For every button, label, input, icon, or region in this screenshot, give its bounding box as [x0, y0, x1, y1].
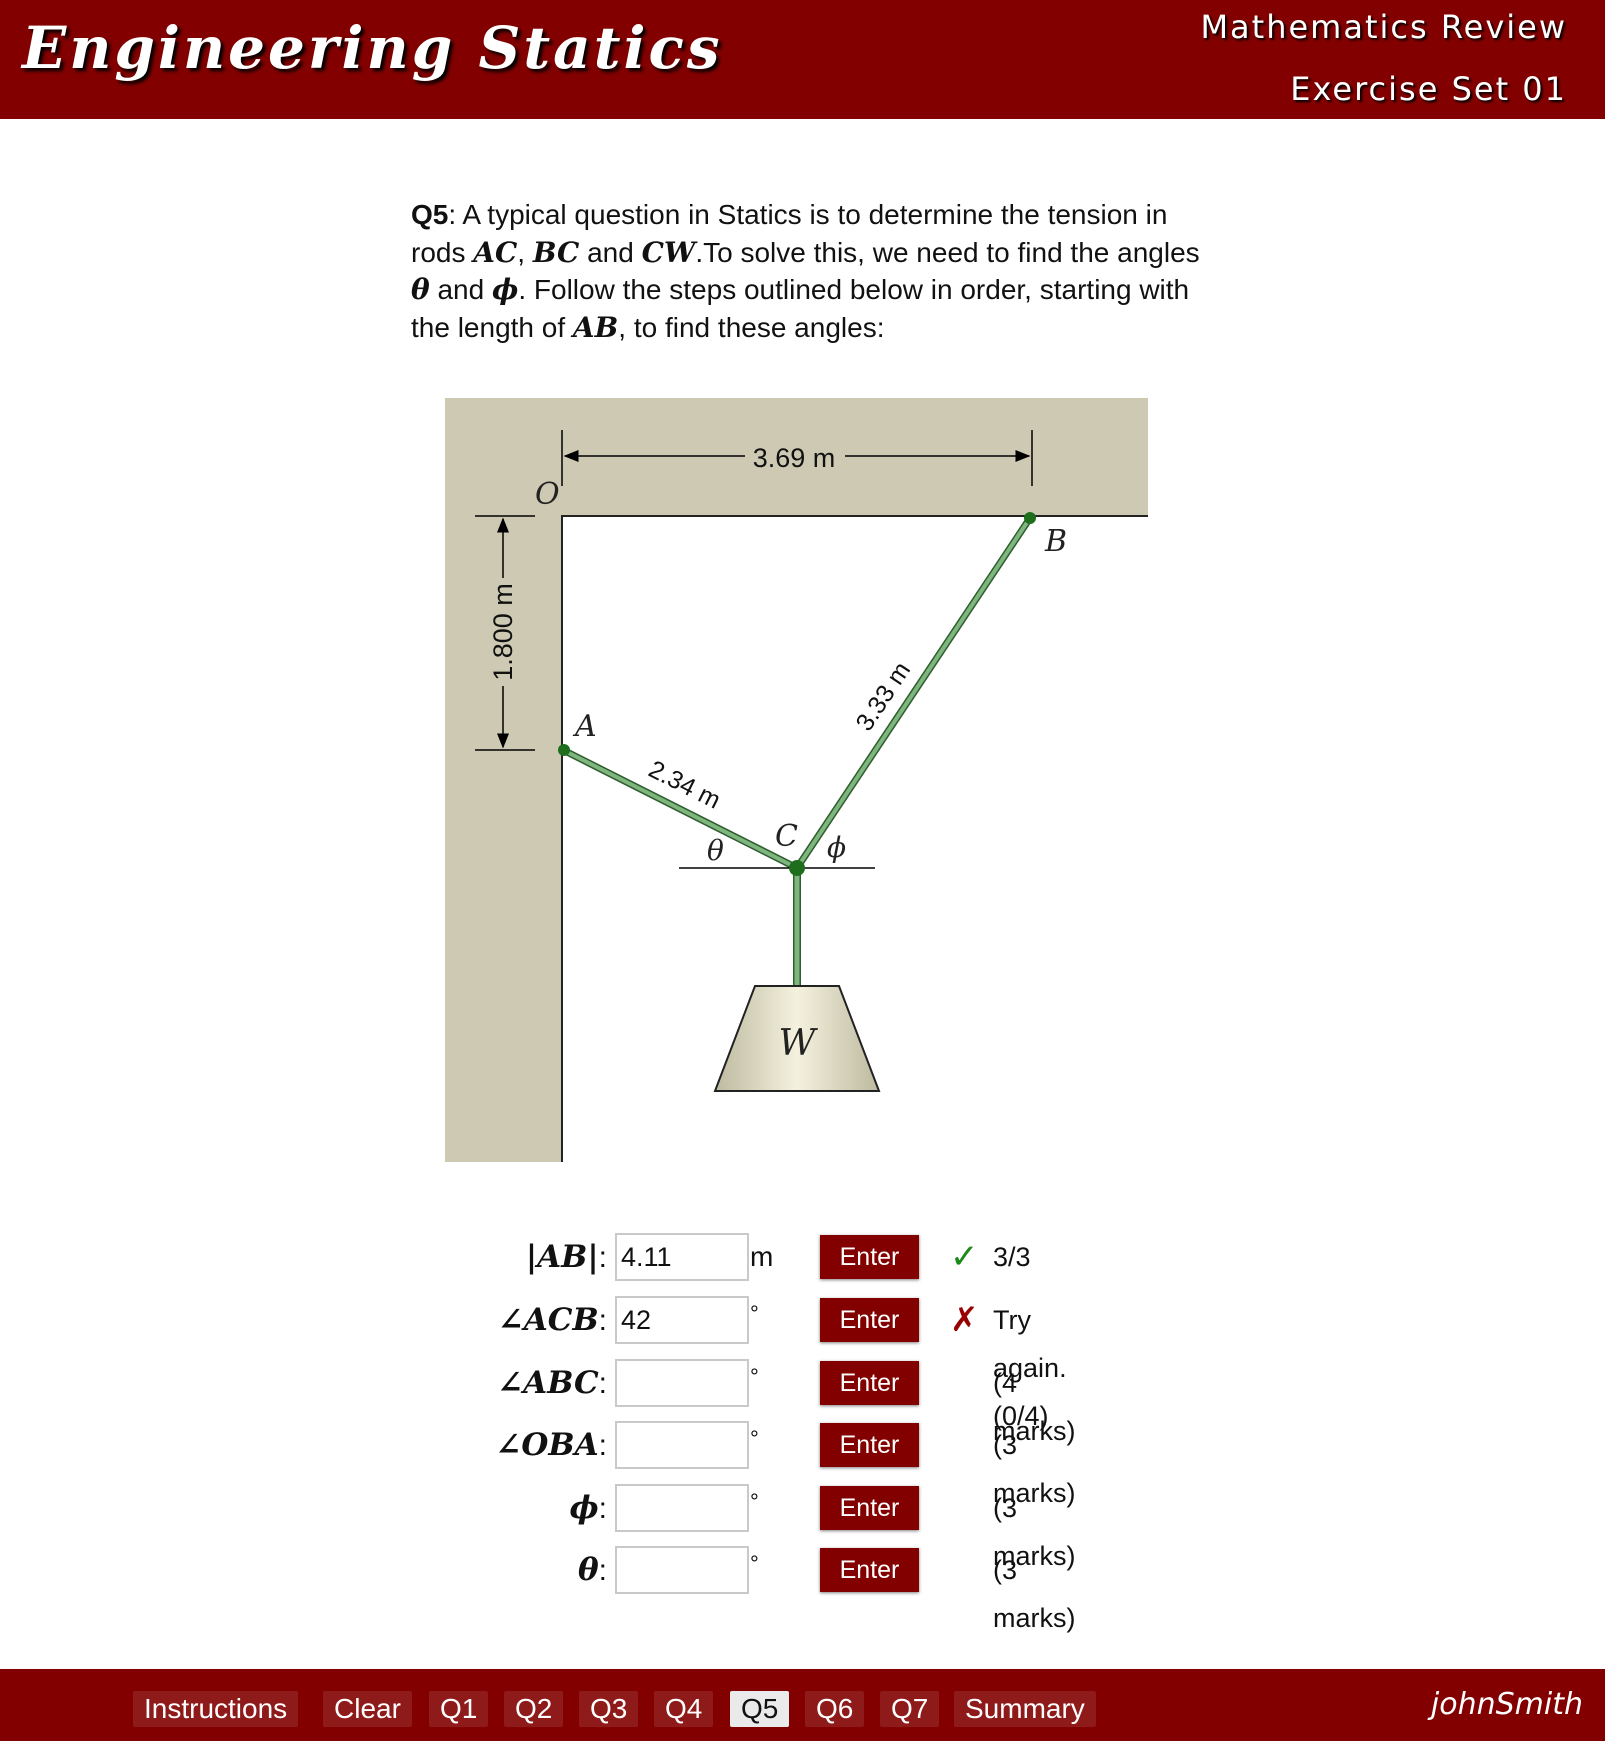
check-icon: ✓: [950, 1238, 979, 1276]
pin-C: [789, 860, 805, 876]
nav-q5[interactable]: Q5: [730, 1691, 790, 1727]
app-header: Engineering Statics Mathematics Review E…: [0, 0, 1605, 119]
nav-q3[interactable]: Q3: [579, 1691, 639, 1727]
answer-label-colon: :: [598, 1554, 607, 1587]
nav-q2[interactable]: Q2: [504, 1691, 564, 1727]
math-AC: AC: [473, 235, 518, 269]
math-phi: ϕ: [491, 273, 519, 306]
answer-status-theta: (3 marks): [993, 1555, 1076, 1633]
answer-label-OBA: ∠OBA:: [435, 1421, 607, 1470]
nav-q1[interactable]: Q1: [429, 1691, 489, 1727]
enter-button-ABC[interactable]: Enter: [820, 1361, 919, 1405]
nav-instructions[interactable]: Instructions: [133, 1691, 299, 1727]
course-subtitle: Mathematics Review: [1200, 8, 1567, 46]
answer-input-ACB[interactable]: [615, 1296, 749, 1344]
answer-label-colon: :: [598, 1429, 607, 1462]
answer-input-AB[interactable]: [615, 1233, 749, 1281]
math-BC: BC: [532, 235, 580, 269]
answer-label-text: θ: [577, 1552, 599, 1588]
answer-input-OBA[interactable]: [615, 1421, 749, 1469]
answer-label-colon: :: [598, 1304, 607, 1337]
weight-W-label: W: [778, 1023, 818, 1064]
enter-button-theta[interactable]: Enter: [820, 1548, 919, 1592]
question-part: ,: [517, 236, 533, 268]
answer-label-colon: :: [598, 1241, 607, 1274]
answer-label-theta: θ:: [435, 1546, 607, 1595]
enter-button-AB[interactable]: Enter: [820, 1235, 919, 1279]
app-title: Engineering Statics: [22, 14, 723, 82]
answer-input-theta[interactable]: [615, 1546, 749, 1594]
question-number: Q5: [411, 199, 449, 230]
footer-nav: Instructions Clear Q1 Q2 Q3 Q4 Q5 Q6 Q7 …: [0, 1669, 1605, 1741]
point-A-label: A: [572, 709, 597, 744]
nav-q4[interactable]: Q4: [654, 1691, 714, 1727]
math-AB: AB: [572, 310, 619, 344]
pin-A: [558, 744, 570, 756]
dim-vertical-label: 1.800 m: [488, 583, 518, 681]
enter-button-OBA[interactable]: Enter: [820, 1423, 919, 1467]
unit-label: °: [750, 1489, 759, 1514]
question-part: and: [429, 274, 492, 305]
answer-input-ABC[interactable]: [615, 1359, 749, 1407]
point-C-label: C: [775, 819, 798, 854]
angle-phi-label: ϕ: [827, 831, 846, 864]
angle-theta-label: θ: [707, 834, 724, 867]
answer-input-phi[interactable]: [615, 1484, 749, 1532]
rod-BC: [795, 516, 1032, 870]
exercise-set-label: Exercise Set 01: [1290, 70, 1567, 108]
nav-clear[interactable]: Clear: [323, 1691, 412, 1727]
answer-label-text: |AB|: [525, 1239, 599, 1275]
nav-q6[interactable]: Q6: [805, 1691, 865, 1727]
answer-label-ACB: ∠ACB:: [435, 1296, 607, 1345]
nav-q7[interactable]: Q7: [880, 1691, 940, 1727]
unit-label: °: [750, 1301, 759, 1326]
math-CW: CW: [641, 235, 696, 269]
statics-diagram: 3.69 m 1.800 m O A B C W θ ϕ 2.34 m 3.33…: [445, 398, 1148, 1162]
answer-label-colon: :: [598, 1492, 607, 1525]
point-B-label: B: [1044, 524, 1067, 559]
question-part: and: [579, 236, 642, 268]
answer-label-text: ϕ: [569, 1490, 599, 1526]
enter-button-ACB[interactable]: Enter: [820, 1298, 919, 1342]
answer-label-text: ∠ACB: [497, 1302, 599, 1338]
question-text: Q5: A typical question in Statics is to …: [411, 196, 1201, 346]
answer-label-AB: |AB|:: [435, 1233, 607, 1282]
answer-label-text: ∠ABC: [497, 1365, 599, 1401]
nav-summary[interactable]: Summary: [954, 1691, 1096, 1727]
question-part: .To solve this, we need to find the angl…: [695, 236, 1200, 268]
unit-label: °: [750, 1426, 759, 1451]
answer-label-text: ∠OBA: [495, 1427, 599, 1463]
answer-status-AB: 3/3: [993, 1242, 1031, 1272]
unit-label: °: [750, 1364, 759, 1389]
user-name: johnSmith: [1430, 1687, 1583, 1722]
length-BC-label: 3.33 m: [850, 657, 916, 736]
length-AC-label: 2.34 m: [644, 755, 725, 814]
dim-horizontal-label: 3.69 m: [753, 443, 836, 473]
enter-button-phi[interactable]: Enter: [820, 1486, 919, 1530]
unit-label: °: [750, 1551, 759, 1576]
answer-label-phi: ϕ:: [435, 1484, 607, 1533]
point-O-label: O: [535, 477, 560, 512]
cross-icon: ✗: [950, 1301, 979, 1339]
question-part: , to find these angles:: [618, 311, 885, 343]
answer-label-colon: :: [598, 1367, 607, 1400]
math-theta: θ: [411, 273, 430, 306]
unit-label: m: [750, 1241, 774, 1272]
answer-label-ABC: ∠ABC:: [435, 1359, 607, 1408]
pin-B: [1024, 512, 1036, 524]
